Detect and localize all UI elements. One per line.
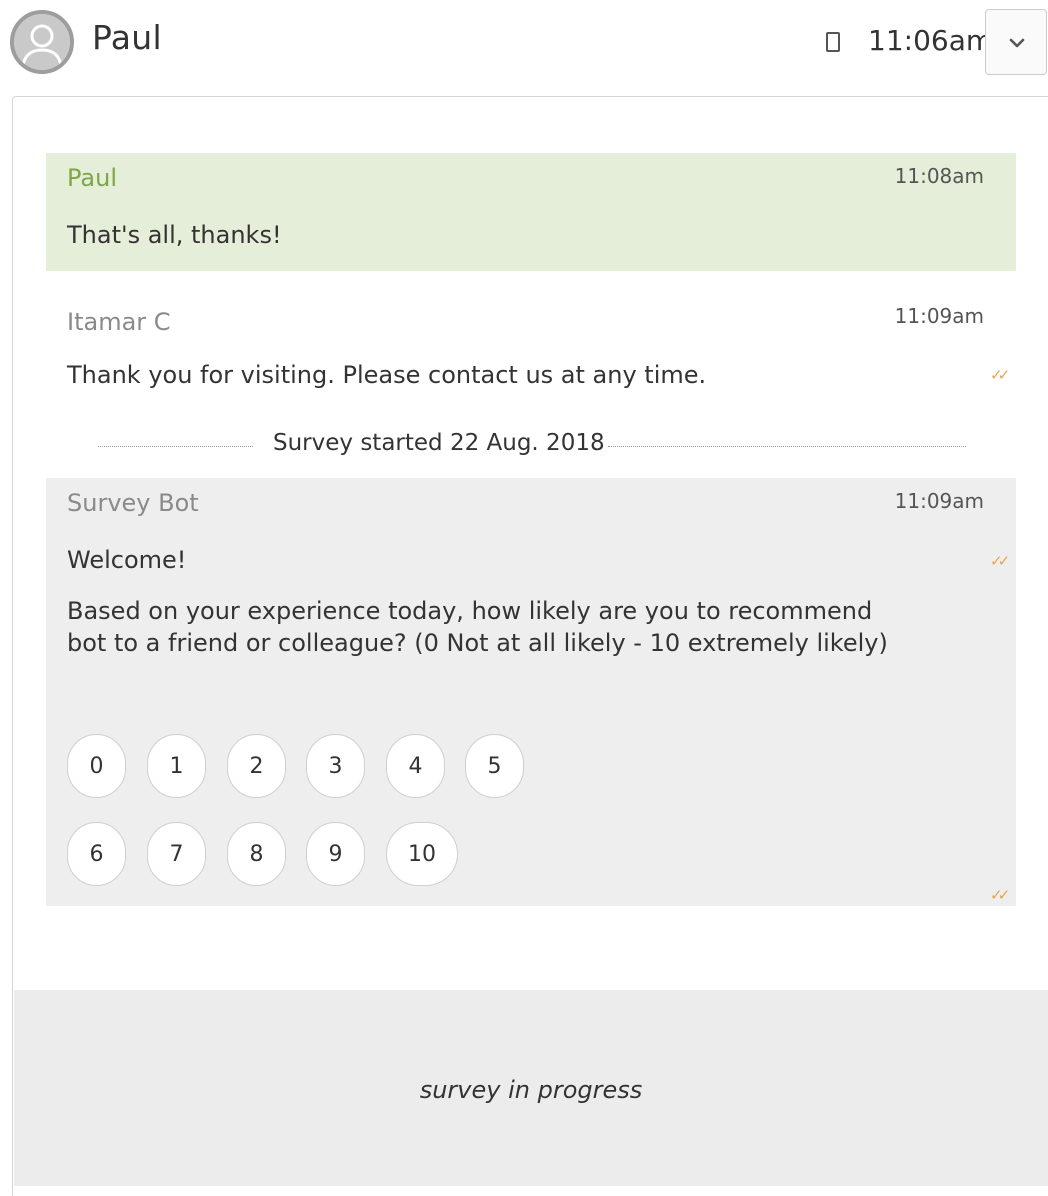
customer-message: Paul 11:08am That's all, thanks! [46, 153, 1016, 271]
divider-label: Survey started 22 Aug. 2018 [273, 430, 605, 456]
welcome-text: Welcome! [67, 546, 187, 574]
message-text: That's all, thanks! [67, 221, 282, 249]
rating-option-4[interactable]: 4 [386, 734, 445, 798]
rating-option-8[interactable]: 8 [227, 822, 286, 886]
message-time: 11:08am [894, 164, 984, 188]
message-time: 11:09am [894, 304, 984, 328]
divider-line [98, 446, 253, 447]
message-sender: Paul [67, 164, 117, 192]
survey-question: Based on your experience today, how like… [67, 597, 888, 657]
user-avatar-icon [14, 14, 70, 70]
contact-name: Paul [92, 18, 162, 57]
rating-option-2[interactable]: 2 [227, 734, 286, 798]
agent-message: Itamar C 11:09am Thank you for visiting.… [46, 296, 1016, 396]
rating-option-5[interactable]: 5 [465, 734, 524, 798]
rating-option-7[interactable]: 7 [147, 822, 206, 886]
message-time: 11:09am [894, 489, 984, 513]
avatar [10, 10, 74, 74]
mobile-phone-icon [826, 32, 840, 52]
double-check-icon: ✓✓ [990, 552, 1010, 570]
rating-option-9[interactable]: 9 [306, 822, 365, 886]
rating-option-1[interactable]: 1 [147, 734, 206, 798]
chevron-down-icon [1009, 38, 1025, 48]
message-sender: Itamar C [67, 308, 171, 336]
double-check-icon: ✓✓ [990, 366, 1010, 384]
dropdown-button[interactable] [985, 9, 1047, 75]
rating-option-6[interactable]: 6 [67, 822, 126, 886]
rating-option-3[interactable]: 3 [306, 734, 365, 798]
rating-option-0[interactable]: 0 [67, 734, 126, 798]
chat-footer: survey in progress [14, 990, 1048, 1186]
survey-bot-message: Survey Bot 11:09am Welcome! ✓✓ Based on … [46, 478, 1016, 906]
survey-status: survey in progress [419, 1076, 643, 1104]
header-time: 11:06am [868, 24, 994, 57]
divider-line [608, 446, 966, 447]
rating-option-10[interactable]: 10 [386, 822, 458, 886]
message-text: Thank you for visiting. Please contact u… [67, 361, 707, 389]
survey-divider: Survey started 22 Aug. 2018 [98, 430, 966, 462]
double-check-icon: ✓✓ [990, 886, 1010, 904]
message-sender: Survey Bot [67, 489, 199, 517]
chat-header: Paul 11:06am [0, 0, 1048, 90]
